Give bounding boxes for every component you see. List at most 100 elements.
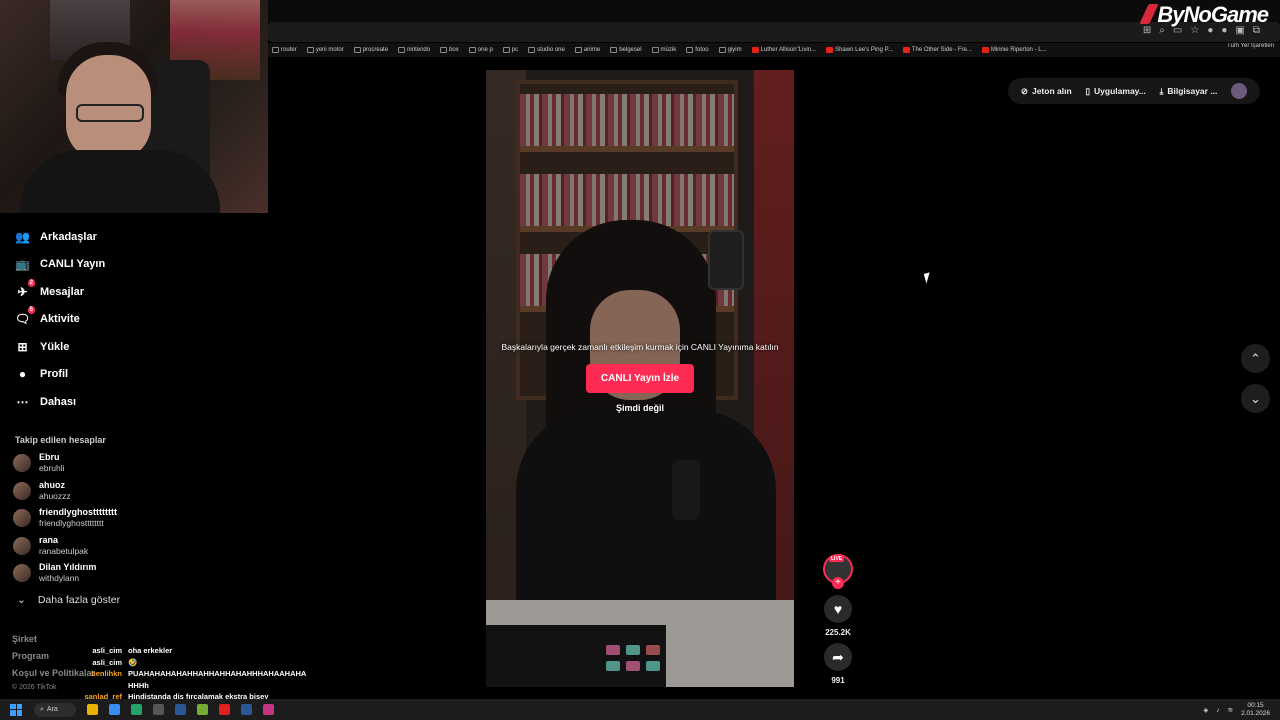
bookmark-item[interactable]: belgesel [610,47,642,53]
download-icon: ⤓ [1159,85,1164,96]
network-icon[interactable]: ◈ [1203,706,1208,714]
app-icon[interactable] [131,704,142,715]
live-tv-icon: 📺 [15,256,30,271]
followed-account[interactable]: Dilan Yıldırım withdylann [13,562,96,584]
bookmark-item[interactable]: The Other Side - Fre... [902,47,972,53]
get-app-label: Uygulamay... [1094,86,1146,96]
footer-link[interactable]: Program [12,651,49,661]
sidebar-item-label: Arkadaşlar [40,230,97,243]
share-count: 991 [831,676,845,685]
app-icon[interactable] [219,704,230,715]
volume-icon[interactable]: ♪ [1216,707,1219,714]
chat-message: asli_cim 🤣 [82,658,137,668]
bookmarks-bar: router yeni motor procreate nintendo box one … [268,43,1280,57]
next-video-button[interactable]: ⌄ [1241,384,1270,413]
instagram-icon[interactable] [263,704,274,715]
live-invite-text: Başkalarıyla gerçek zamanlı etkileşim ku… [501,342,779,352]
bookmark-item[interactable]: müzik [651,47,677,53]
desktop-app-label: Bilgisayar ... [1167,86,1218,96]
avatar [13,564,31,582]
get-app-button[interactable]: ▯ Uygulamay... [1085,86,1146,97]
bookmark-item[interactable]: router [272,47,297,53]
bookmark-item[interactable]: one p [468,47,493,53]
bookmark-item[interactable]: Minnie Riperton - L... [981,47,1047,53]
followed-account[interactable]: Ebru ebruhli [13,452,65,474]
like-button[interactable]: ♥ [824,595,852,623]
all-bookmarks-link[interactable]: Tüm Yer İşaretleri [1227,43,1274,49]
chat-message: HHHh [82,681,149,691]
sidebar-item-3[interactable]: 🗨 5 Aktivite [15,306,80,326]
account-name: Dilan Yıldırım [39,562,97,572]
upload-icon: ⊞ [17,339,28,354]
folder-icon [306,47,314,53]
sidebar-item-4[interactable]: ⊞ Yükle [15,339,69,354]
share-button[interactable]: ➦ [824,643,852,671]
file-explorer-icon[interactable] [87,704,98,715]
clock[interactable]: 00:15 2.01.2026 [1241,702,1270,718]
windows-start-icon[interactable] [10,703,22,716]
taskbar-search[interactable]: ⌕ Ara [34,702,76,717]
bookmark-item[interactable]: studio one [528,47,565,53]
wifi-icon[interactable]: ≋ [1228,706,1233,714]
bookmark-item[interactable]: Luther Allison"Livin... [751,47,816,53]
bookmark-label: müzik [660,47,677,53]
footer-link[interactable]: Şirket [12,634,37,644]
account-handle: friendlyghostttttttt [39,518,104,528]
like-count: 225.2K [825,628,851,637]
folder-icon [353,47,361,53]
followed-account[interactable]: friendlyghostttttttt friendlyghostttttttt [13,507,117,529]
address-bar[interactable] [268,22,1280,42]
bookmark-item[interactable]: box [440,47,459,53]
sidebar-item-6[interactable]: ⋯ Dahası [15,394,77,409]
app-icon[interactable] [153,704,164,715]
bookmark-item[interactable]: fotoo [686,47,709,53]
chat-username: asli_cim [92,646,122,655]
app-icon[interactable] [109,704,120,715]
profile-avatar-icon[interactable] [1231,83,1248,99]
previous-video-button[interactable]: ⌃ [1241,344,1270,373]
bookmark-item[interactable]: yeni motor [306,47,344,53]
bookmark-item[interactable]: giyim [718,47,742,53]
clock-time: 00:15 [1247,702,1264,709]
top-actions-bar: ⊘ Jeton alın ▯ Uygulamay... ⤓ Bilgisayar ..… [1008,78,1260,104]
bookmark-item[interactable]: Shawn Lee's Ping P... [826,47,893,53]
chat-username: benlihkn [91,669,122,678]
chat-text: PUAHAHAHAHAHHAHHAHHAHAHHHAHAAHAHA [128,669,307,678]
sidebar-item-0[interactable]: 👥 Arkadaşlar [15,229,97,244]
folder-icon [718,47,726,53]
folder-icon [686,47,694,53]
webcam-overlay [0,0,268,213]
account-handle: ebruhli [39,463,65,473]
folder-icon [440,47,448,53]
app-icon[interactable] [241,704,252,715]
followed-account[interactable]: rana ranabetulpak [13,535,88,557]
bookmark-label: Shawn Lee's Ping P... [835,47,893,53]
show-more-button[interactable]: ⌄ Daha fazla göster [17,594,120,606]
bookmark-item[interactable]: pc [502,47,518,53]
desktop-app-button[interactable]: ⤓ Bilgisayar ... [1160,86,1218,97]
account-name: Ebru [39,452,60,462]
get-coins-button[interactable]: ⊘ Jeton alın [1021,86,1072,97]
sidebar-item-5[interactable]: ● Profil [15,366,68,381]
followed-account[interactable]: ahuoz ahuozzz [13,480,71,502]
sidebar-item-1[interactable]: 📺 CANLI Yayın [15,256,105,271]
youtube-icon [826,47,834,53]
avatar [13,536,31,555]
watch-live-button[interactable]: CANLI Yayın İzle [586,364,694,393]
notification-badge: 2 [27,279,35,287]
steam-icon[interactable] [175,704,186,715]
not-now-button[interactable]: Şimdi değil [586,403,694,413]
folder-icon [272,47,279,53]
sidebar-item-2[interactable]: ✈ 2 Mesajlar [15,279,84,299]
bookmark-item[interactable]: nintendo [398,47,430,53]
follow-plus-button[interactable]: + [832,577,844,589]
bookmark-item[interactable]: procreate [353,47,388,53]
bookmark-label: nintendo [407,47,431,53]
folder-icon [574,47,582,53]
windows-taskbar: ⌕ Ara ◈ ♪ ≋ 00:15 2.01.2026 [0,699,1280,720]
account-name: ahuoz [39,479,65,490]
watermark-text: ByNoGame [1157,2,1269,27]
folder-icon [528,47,536,53]
bookmark-item[interactable]: anime [574,47,600,53]
app-icon[interactable] [197,704,208,715]
